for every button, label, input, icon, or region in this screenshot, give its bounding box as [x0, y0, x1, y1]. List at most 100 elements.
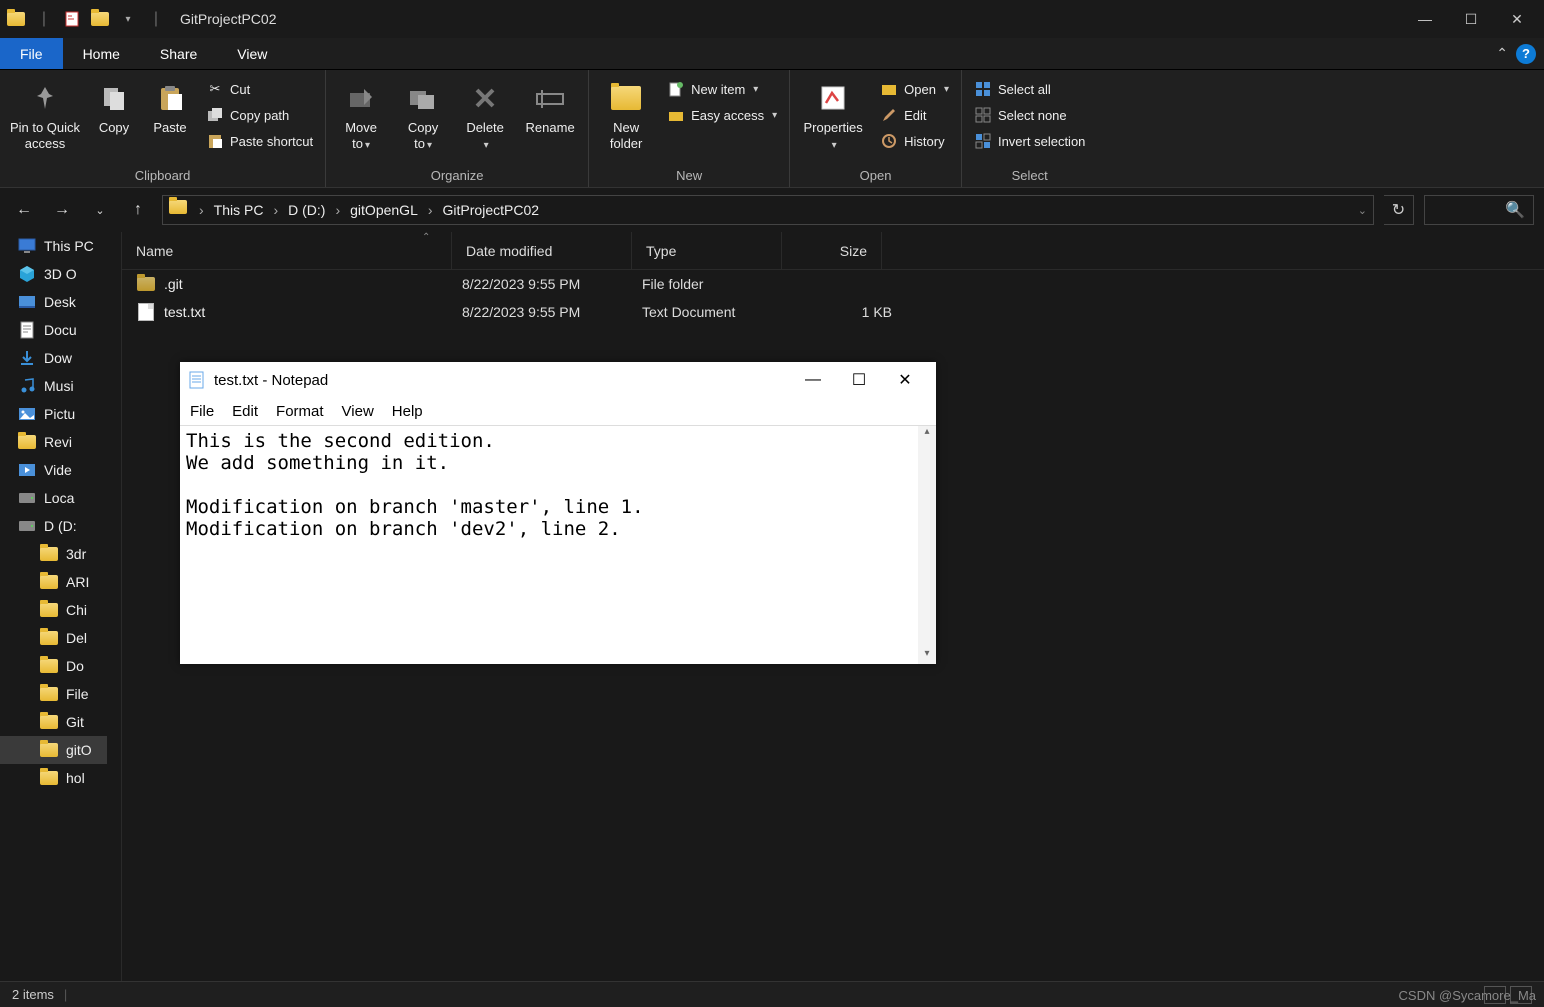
file-row[interactable]: test.txt8/22/2023 9:55 PMText Document1 …	[122, 298, 1544, 326]
breadcrumb-drive[interactable]: D (D:)	[288, 202, 325, 218]
tab-home[interactable]: Home	[63, 38, 140, 69]
paste-button[interactable]: Paste	[146, 74, 194, 136]
tab-share[interactable]: Share	[140, 38, 217, 69]
sidebar-item[interactable]: Vide	[0, 456, 121, 484]
breadcrumb-gitopengl[interactable]: gitOpenGL	[350, 202, 418, 218]
notepad-menu: File Edit Format View Help	[180, 398, 936, 426]
notepad-close-button[interactable]: ✕	[882, 365, 928, 395]
properties-button[interactable]: Properties▾	[798, 74, 868, 153]
sidebar-item[interactable]: Loca	[0, 484, 121, 512]
file-icon	[136, 302, 156, 322]
ribbon: Pin to Quick access Copy Paste ✂Cut Copy…	[0, 70, 1544, 188]
nav-recent-button[interactable]: ⌄	[86, 196, 114, 224]
video-icon	[18, 461, 36, 479]
folder-icon	[40, 601, 58, 619]
sidebar-item[interactable]: Dow	[0, 344, 121, 372]
notepad-menu-edit[interactable]: Edit	[232, 403, 258, 420]
sidebar-item[interactable]: hol	[0, 764, 121, 792]
notepad-minimize-button[interactable]: —	[790, 365, 836, 395]
download-icon	[18, 349, 36, 367]
sidebar-scrollbar[interactable]	[107, 232, 121, 992]
sidebar-item[interactable]: Desk	[0, 288, 121, 316]
paste-shortcut-button[interactable]: Paste shortcut	[202, 130, 317, 152]
sidebar-item-label: Vide	[44, 462, 72, 478]
refresh-button[interactable]: ↻	[1384, 195, 1414, 225]
col-size[interactable]: Size	[782, 232, 882, 269]
sidebar-item[interactable]: gitO	[0, 736, 121, 764]
easy-access-button[interactable]: Easy access▾	[663, 104, 781, 126]
col-type[interactable]: Type	[632, 232, 782, 269]
new-folder-button[interactable]: New folder	[597, 74, 655, 153]
notepad-scrollbar[interactable]: ▴ ▾	[918, 426, 936, 664]
nav-sidebar[interactable]: This PC3D ODesk Docu DowMusiPictuRevi Vide L…	[0, 232, 122, 992]
delete-button[interactable]: Delete▾	[458, 74, 512, 153]
sidebar-item-label: Docu	[44, 322, 77, 338]
breadcrumb-thispc[interactable]: This PC	[214, 202, 264, 218]
notepad-maximize-button[interactable]: ☐	[836, 365, 882, 395]
sidebar-item[interactable]: Docu	[0, 316, 121, 344]
notepad-menu-file[interactable]: File	[190, 403, 214, 420]
qat-properties-icon[interactable]	[60, 7, 84, 31]
copy-button[interactable]: Copy	[90, 74, 138, 136]
notepad-titlebar[interactable]: test.txt - Notepad — ☐ ✕	[180, 362, 936, 398]
search-input[interactable]: 🔍	[1424, 195, 1534, 225]
sidebar-item[interactable]: ARI	[0, 568, 121, 596]
folder-icon	[40, 685, 58, 703]
notepad-title: test.txt - Notepad	[214, 372, 328, 389]
nav-up-button[interactable]: ↑	[124, 196, 152, 224]
sidebar-item[interactable]: Del	[0, 624, 121, 652]
monitor-icon	[18, 237, 36, 255]
new-item-button[interactable]: New item▾	[663, 78, 781, 100]
select-all-icon	[974, 80, 992, 98]
qat-dropdown-icon[interactable]: ▾	[116, 7, 140, 31]
close-button[interactable]: ✕	[1494, 0, 1540, 38]
sidebar-item-label: File	[66, 686, 89, 702]
copy-to-button[interactable]: Copy to▾	[396, 74, 450, 153]
nav-forward-button[interactable]: →	[48, 196, 76, 224]
sidebar-item[interactable]: Musi	[0, 372, 121, 400]
notepad-menu-format[interactable]: Format	[276, 403, 324, 420]
qat-newfolder-icon[interactable]	[88, 7, 112, 31]
tab-view[interactable]: View	[217, 38, 287, 69]
col-date[interactable]: Date modified	[452, 232, 632, 269]
tab-file[interactable]: File	[0, 38, 63, 69]
minimize-button[interactable]: —	[1402, 0, 1448, 38]
notepad-textarea[interactable]: This is the second edition. We add somet…	[180, 426, 936, 664]
sidebar-item-label: Loca	[44, 490, 74, 506]
sidebar-item[interactable]: Pictu	[0, 400, 121, 428]
sidebar-item[interactable]: Do	[0, 652, 121, 680]
sidebar-item[interactable]: 3dr	[0, 540, 121, 568]
breadcrumb[interactable]: › This PC › D (D:) › gitOpenGL › GitProj…	[162, 195, 1374, 225]
nav-back-button[interactable]: ←	[10, 196, 38, 224]
notepad-menu-help[interactable]: Help	[392, 403, 423, 420]
sidebar-item[interactable]: D (D:	[0, 512, 121, 540]
sidebar-item[interactable]: 3D O	[0, 260, 121, 288]
file-row[interactable]: .git8/22/2023 9:55 PMFile folder	[122, 270, 1544, 298]
breadcrumb-current[interactable]: GitProjectPC02	[443, 202, 539, 218]
history-button[interactable]: History	[876, 130, 953, 152]
breadcrumb-dropdown-icon[interactable]: ⌄	[1358, 204, 1367, 217]
sidebar-item[interactable]: Git	[0, 708, 121, 736]
sidebar-item[interactable]: Revi	[0, 428, 121, 456]
select-all-button[interactable]: Select all	[970, 78, 1089, 100]
open-button[interactable]: Open▾	[876, 78, 953, 100]
cut-button[interactable]: ✂Cut	[202, 78, 317, 100]
pin-to-quick-access-button[interactable]: Pin to Quick access	[8, 74, 82, 153]
rename-button[interactable]: Rename	[520, 74, 580, 136]
sidebar-item[interactable]: Chi	[0, 596, 121, 624]
cut-icon: ✂	[206, 80, 224, 98]
col-name[interactable]: Name	[122, 232, 452, 269]
edit-button[interactable]: Edit	[876, 104, 953, 126]
scroll-down-icon[interactable]: ▾	[918, 648, 936, 664]
select-none-button[interactable]: Select none	[970, 104, 1089, 126]
notepad-menu-view[interactable]: View	[342, 403, 374, 420]
copy-path-button[interactable]: Copy path	[202, 104, 317, 126]
maximize-button[interactable]: ☐	[1448, 0, 1494, 38]
help-button[interactable]: ?	[1516, 44, 1536, 64]
scroll-up-icon[interactable]: ▴	[918, 426, 936, 442]
move-to-button[interactable]: Move to▾	[334, 74, 388, 153]
ribbon-collapse-button[interactable]: ⌃	[1496, 45, 1508, 62]
sidebar-item[interactable]: File	[0, 680, 121, 708]
sidebar-item[interactable]: This PC	[0, 232, 121, 260]
invert-selection-button[interactable]: Invert selection	[970, 130, 1089, 152]
